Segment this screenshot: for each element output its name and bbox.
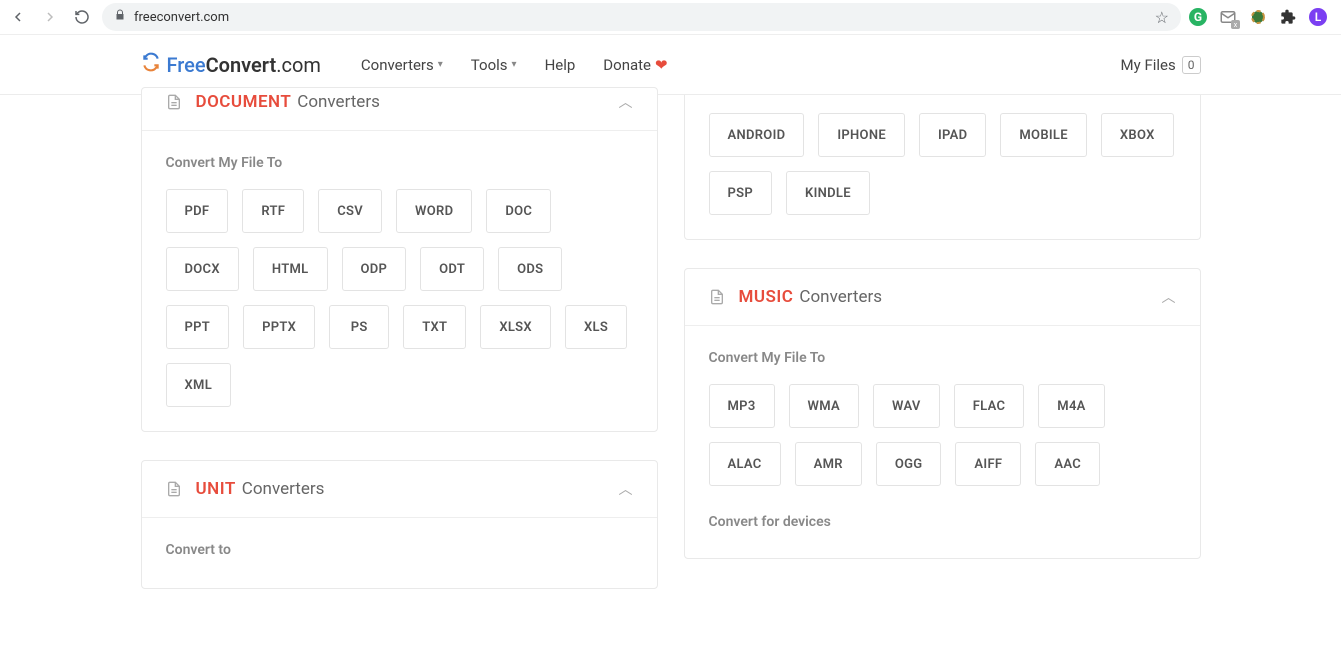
left-column: DOCUMENT Converters ︿ Convert My File To… [141, 95, 658, 617]
device-card: ANDROID IPHONE IPAD MOBILE XBOX PSP KINDLE [684, 95, 1201, 240]
music-formats: MP3 WMA WAV FLAC M4A ALAC AMR OGG AIFF AAC [709, 384, 1176, 486]
music-card-title: MUSIC [739, 287, 794, 307]
document-formats: PDF RTF CSV WORD DOC DOCX HTML ODP ODT ODS PPT PPTX… [166, 189, 633, 407]
ext-globe-icon[interactable] [1249, 8, 1267, 26]
document-icon [709, 288, 725, 306]
my-files[interactable]: My Files 0 [1121, 56, 1201, 74]
format-pill-word[interactable]: WORD [396, 189, 472, 233]
chevron-up-icon: ︿ [1162, 287, 1176, 307]
ext-puzzle-icon[interactable] [1279, 8, 1297, 26]
document-card-title: DOCUMENT [196, 92, 292, 112]
nav-converters[interactable]: Converters▾ [361, 56, 443, 74]
format-pill-odp[interactable]: ODP [342, 247, 407, 291]
device-pill-android[interactable]: ANDROID [709, 113, 805, 157]
url-bar[interactable]: freeconvert.com ☆ [102, 3, 1181, 31]
format-pill-docx[interactable]: DOCX [166, 247, 239, 291]
my-files-count: 0 [1182, 56, 1201, 74]
format-pill-aac[interactable]: AAC [1035, 442, 1100, 486]
browser-bar: freeconvert.com ☆ G x L [0, 0, 1341, 35]
ext-grammarly-icon[interactable]: G [1189, 8, 1207, 26]
url-text: freeconvert.com [134, 10, 229, 25]
logo-refresh-icon [141, 52, 161, 77]
device-pill-iphone[interactable]: IPHONE [818, 113, 905, 157]
nav-donate[interactable]: Donate❤ [603, 56, 667, 74]
unit-card-header[interactable]: UNIT Converters ︿ [142, 461, 657, 518]
chevron-up-icon: ︿ [619, 92, 633, 112]
format-pill-txt[interactable]: TXT [403, 305, 466, 349]
unit-subtitle: Convert to [166, 542, 633, 558]
document-card-header[interactable]: DOCUMENT Converters ︿ [142, 88, 657, 131]
format-pill-pptx[interactable]: PPTX [243, 305, 315, 349]
format-pill-ods[interactable]: ODS [498, 247, 562, 291]
unit-card-suffix: Converters [242, 479, 325, 499]
format-pill-csv[interactable]: CSV [318, 189, 382, 233]
format-pill-rtf[interactable]: RTF [242, 189, 304, 233]
browser-reload[interactable] [70, 5, 94, 29]
site-header: FreeConvert.com Converters▾ Tools▾ Help … [0, 35, 1341, 95]
music-devices-label: Convert for devices [709, 514, 1176, 530]
main-nav: Converters▾ Tools▾ Help Donate❤ [361, 56, 668, 74]
format-pill-wma[interactable]: WMA [789, 384, 859, 428]
browser-back[interactable] [6, 5, 30, 29]
device-pill-mobile[interactable]: MOBILE [1000, 113, 1087, 157]
format-pill-ogg[interactable]: OGG [876, 442, 942, 486]
nav-tools[interactable]: Tools▾ [471, 56, 517, 74]
bookmark-star-icon[interactable]: ☆ [1155, 8, 1169, 27]
device-pill-ipad[interactable]: IPAD [919, 113, 986, 157]
profile-avatar-icon[interactable]: L [1309, 8, 1327, 26]
document-card-suffix: Converters [297, 92, 380, 112]
chevron-down-icon: ▾ [512, 59, 517, 70]
music-subtitle: Convert My File To [709, 350, 1176, 366]
content-area: DOCUMENT Converters ︿ Convert My File To… [131, 95, 1211, 617]
music-card-suffix: Converters [799, 287, 882, 307]
chevron-up-icon: ︿ [619, 479, 633, 499]
format-pill-amr[interactable]: AMR [795, 442, 862, 486]
format-pill-m4a[interactable]: M4A [1038, 384, 1104, 428]
format-pill-xlsx[interactable]: XLSX [480, 305, 551, 349]
nav-help[interactable]: Help [545, 56, 576, 74]
site-logo[interactable]: FreeConvert.com [141, 52, 321, 77]
format-pill-pdf[interactable]: PDF [166, 189, 229, 233]
ext-mail-icon[interactable]: x [1219, 8, 1237, 26]
chevron-down-icon: ▾ [438, 59, 443, 70]
unit-card-title: UNIT [196, 479, 236, 499]
unit-card: UNIT Converters ︿ Convert to [141, 460, 658, 589]
format-pill-aiff[interactable]: AIFF [955, 442, 1021, 486]
format-pill-ppt[interactable]: PPT [166, 305, 230, 349]
music-card: MUSIC Converters ︿ Convert My File To MP… [684, 268, 1201, 559]
document-card: DOCUMENT Converters ︿ Convert My File To… [141, 87, 658, 432]
music-card-header[interactable]: MUSIC Converters ︿ [685, 269, 1200, 326]
format-pill-xml[interactable]: XML [166, 363, 232, 407]
browser-forward[interactable] [38, 5, 62, 29]
document-icon [166, 93, 182, 111]
device-formats: ANDROID IPHONE IPAD MOBILE XBOX PSP KINDLE [709, 113, 1176, 215]
right-column: ANDROID IPHONE IPAD MOBILE XBOX PSP KINDLE MUS… [684, 95, 1201, 587]
format-pill-xls[interactable]: XLS [565, 305, 627, 349]
device-pill-kindle[interactable]: KINDLE [786, 171, 870, 215]
format-pill-ps[interactable]: PS [329, 305, 389, 349]
lock-icon [114, 9, 126, 25]
format-pill-wav[interactable]: WAV [873, 384, 940, 428]
document-icon [166, 480, 182, 498]
format-pill-odt[interactable]: ODT [420, 247, 484, 291]
heart-icon: ❤ [655, 56, 668, 74]
format-pill-doc[interactable]: DOC [486, 189, 551, 233]
format-pill-html[interactable]: HTML [253, 247, 328, 291]
device-pill-xbox[interactable]: XBOX [1101, 113, 1174, 157]
format-pill-flac[interactable]: FLAC [954, 384, 1025, 428]
device-pill-psp[interactable]: PSP [709, 171, 773, 215]
document-subtitle: Convert My File To [166, 155, 633, 171]
format-pill-mp3[interactable]: MP3 [709, 384, 775, 428]
extensions: G x L [1189, 8, 1335, 26]
format-pill-alac[interactable]: ALAC [709, 442, 781, 486]
